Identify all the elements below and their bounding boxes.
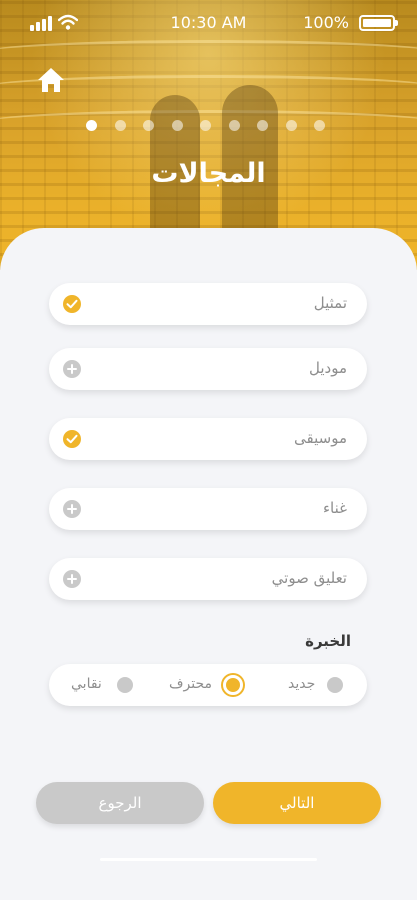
step-dot — [86, 120, 97, 131]
check-icon[interactable] — [63, 430, 81, 448]
plus-icon[interactable] — [63, 500, 81, 518]
option-label: جديد — [288, 676, 316, 692]
plus-icon[interactable] — [63, 570, 81, 588]
home-icon[interactable] — [36, 66, 66, 94]
theater-balcony-decoration — [0, 40, 417, 66]
experience-title: الخبرة — [305, 632, 351, 650]
home-indicator — [100, 858, 317, 861]
category-label: موديل — [309, 359, 347, 377]
category-field-voiceover[interactable]: تعليق صوتي — [49, 558, 367, 600]
step-dot — [257, 120, 268, 131]
experience-option-union[interactable]: نقابي — [69, 664, 139, 706]
category-field-music[interactable]: موسيقى — [49, 418, 367, 460]
option-label: نقابي — [71, 676, 102, 692]
status-time: 10:30 AM — [170, 13, 247, 32]
category-label: تمثيل — [313, 294, 347, 312]
experience-option-professional[interactable]: محترف — [167, 664, 247, 706]
status-bar: 10:30 AM 100% — [0, 12, 417, 34]
radio-icon[interactable] — [117, 677, 133, 693]
back-button[interactable]: الرجوع — [36, 782, 204, 824]
next-button[interactable]: التالي — [213, 782, 381, 824]
category-field-acting[interactable]: تمثيل — [49, 283, 367, 325]
battery-percentage: 100% — [303, 13, 349, 32]
step-dot — [285, 120, 297, 131]
radio-selected-icon[interactable] — [223, 675, 243, 695]
category-field-singing[interactable]: غناء — [49, 488, 367, 530]
step-dot — [228, 120, 240, 131]
step-dot — [171, 120, 183, 131]
page-title: المجالات — [151, 158, 266, 189]
battery-icon — [359, 15, 398, 31]
experience-selector: جديد محترف نقابي — [49, 664, 367, 706]
check-icon[interactable] — [63, 295, 81, 313]
step-indicator — [86, 120, 325, 131]
step-dot — [314, 120, 325, 131]
step-dot — [200, 120, 211, 131]
category-label: موسيقى — [294, 429, 347, 447]
category-label: تعليق صوتي — [271, 569, 347, 587]
step-dot — [143, 120, 154, 131]
radio-icon[interactable] — [327, 677, 343, 693]
plus-icon[interactable] — [63, 360, 81, 378]
option-label: محترف — [169, 676, 212, 692]
step-dot — [114, 120, 126, 131]
category-label: غناء — [323, 499, 347, 517]
experience-option-new[interactable]: جديد — [285, 664, 367, 706]
category-field-model[interactable]: موديل — [49, 348, 367, 390]
